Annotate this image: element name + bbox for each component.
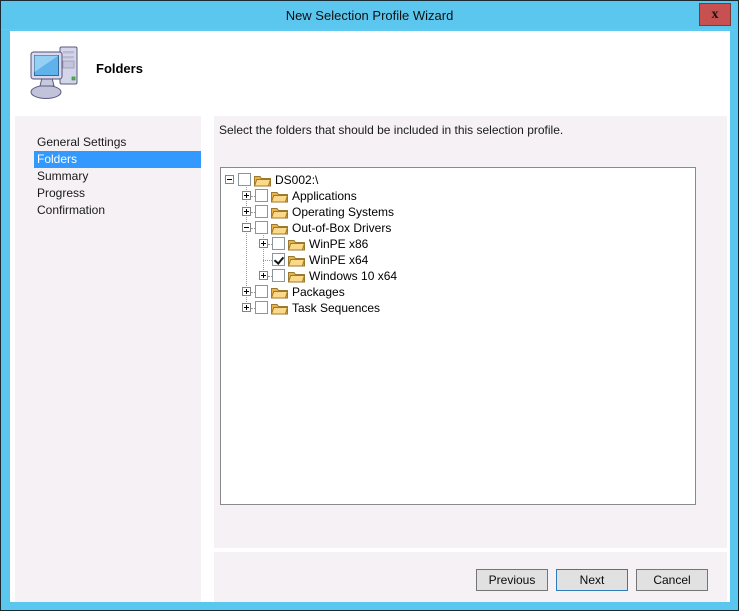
tree-row-ds002[interactable]: DS002:\ [221, 172, 695, 188]
header: Folders [10, 31, 730, 115]
sidebar-item-progress[interactable]: Progress [15, 185, 201, 202]
tree-row-applications[interactable]: Applications [221, 188, 695, 204]
folder-icon [271, 301, 288, 318]
expand-plus-icon[interactable] [242, 191, 251, 200]
wizard-window: New Selection Profile Wizard x [0, 0, 739, 611]
folder-checkbox-applications[interactable] [255, 189, 268, 202]
instruction-text: Select the folders that should be includ… [219, 123, 563, 137]
tree-label[interactable]: Task Sequences [292, 301, 380, 315]
folder-checkbox-packages[interactable] [255, 285, 268, 298]
tree-label[interactable]: WinPE x86 [309, 237, 368, 251]
tree-label[interactable]: DS002:\ [275, 173, 318, 187]
expand-plus-icon[interactable] [242, 303, 251, 312]
tree-label[interactable]: Packages [292, 285, 345, 299]
expand-plus-icon[interactable] [259, 271, 268, 280]
tree-row-winpe-x86[interactable]: WinPE x86 [221, 236, 695, 252]
sidebar-item-summary[interactable]: Summary [15, 168, 201, 185]
tree-row-task-sequences[interactable]: Task Sequences [221, 300, 695, 316]
tree-row-out-of-box-drivers[interactable]: Out-of-Box Drivers [221, 220, 695, 236]
folder-tree[interactable]: DS002:\ Applications Operating Systems Out-… [220, 167, 696, 505]
tree-label[interactable]: Out-of-Box Drivers [292, 221, 391, 235]
tree-label[interactable]: Applications [292, 189, 357, 203]
folder-checkbox-winpe-x86[interactable] [272, 237, 285, 250]
main-panel: Select the folders that should be includ… [214, 116, 727, 548]
tree-label[interactable]: Operating Systems [292, 205, 394, 219]
tree-label[interactable]: WinPE x64 [309, 253, 368, 267]
sidebar-item-general-settings[interactable]: General Settings [15, 134, 201, 151]
button-bar: Previous Next Cancel [214, 552, 727, 602]
tree-row-packages[interactable]: Packages [221, 284, 695, 300]
collapse-minus-icon[interactable] [225, 175, 234, 184]
expand-plus-icon[interactable] [242, 207, 251, 216]
titlebar[interactable]: New Selection Profile Wizard [1, 1, 738, 30]
folder-checkbox-winpe-x64[interactable] [272, 253, 285, 266]
folder-checkbox-out-of-box-drivers[interactable] [255, 221, 268, 234]
tree-label[interactable]: Windows 10 x64 [309, 269, 397, 283]
folder-checkbox-ds002[interactable] [238, 173, 251, 186]
close-icon: x [712, 7, 719, 23]
folder-checkbox-operating-systems[interactable] [255, 205, 268, 218]
folder-checkbox-task-sequences[interactable] [255, 301, 268, 314]
page-title: Folders [96, 61, 143, 76]
window-title: New Selection Profile Wizard [286, 8, 454, 23]
tree-row-operating-systems[interactable]: Operating Systems [221, 204, 695, 220]
sidebar-item-folders[interactable]: Folders [34, 151, 201, 168]
tree-row-winpe-x64[interactable]: WinPE x64 [221, 252, 695, 268]
collapse-minus-icon[interactable] [242, 223, 251, 232]
next-button[interactable]: Next [556, 569, 628, 591]
sidebar-item-confirmation[interactable]: Confirmation [15, 202, 201, 219]
computer-icon [30, 44, 82, 105]
wizard-body: Folders General SettingsFoldersSummaryPr… [10, 31, 730, 602]
expand-plus-icon[interactable] [259, 239, 268, 248]
expand-plus-icon[interactable] [242, 287, 251, 296]
tree-row-windows-10-x64[interactable]: Windows 10 x64 [221, 268, 695, 284]
sidebar-nav: General SettingsFoldersSummaryProgressCo… [15, 116, 201, 602]
folder-checkbox-windows-10-x64[interactable] [272, 269, 285, 282]
close-button[interactable]: x [699, 3, 731, 26]
cancel-button[interactable]: Cancel [636, 569, 708, 591]
previous-button[interactable]: Previous [476, 569, 548, 591]
